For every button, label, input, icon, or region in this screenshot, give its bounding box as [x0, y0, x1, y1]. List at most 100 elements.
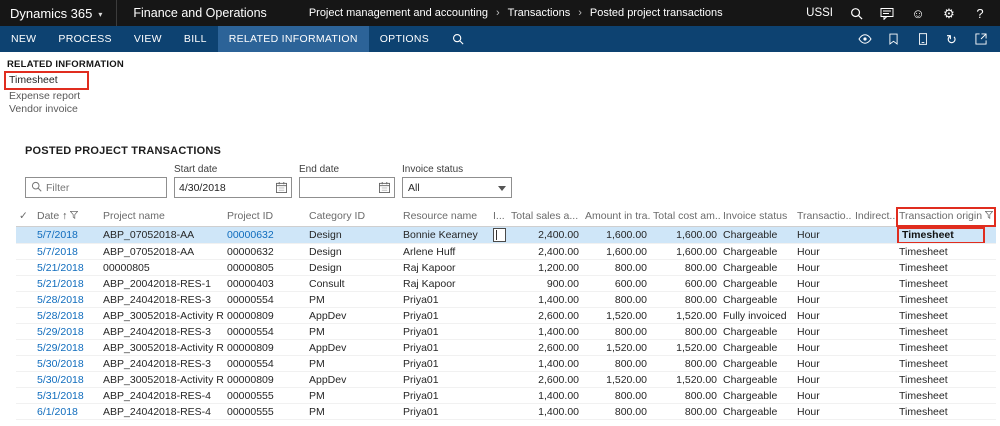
- cell-date: 5/30/2018: [34, 371, 100, 388]
- column-header-indirect[interactable]: Indirect...: [852, 207, 896, 227]
- date-link[interactable]: 5/30/2018: [37, 358, 84, 370]
- column-header-project-name[interactable]: Project name: [100, 207, 224, 227]
- menu-item-view[interactable]: VIEW: [123, 26, 173, 52]
- table-row[interactable]: 5/28/2018 ABP_24042018-RES-3 00000554 PM Pri…: [16, 291, 996, 308]
- company-selector[interactable]: USSI: [806, 7, 833, 19]
- table-row[interactable]: 5/29/2018 ABP_30052018-Activity R... 00000…: [16, 339, 996, 356]
- dynamics-365-home-button[interactable]: Dynamics 365 ▾: [0, 0, 116, 26]
- cell-transaction-type: Hour: [794, 339, 852, 356]
- column-header-category-id[interactable]: Category ID: [306, 207, 400, 227]
- date-link[interactable]: 5/29/2018: [37, 326, 84, 338]
- related-item-expense-report[interactable]: Expense report: [7, 90, 82, 103]
- cell-category-id: Consult: [306, 275, 400, 292]
- cell-total-cost: 1,520.00: [650, 307, 720, 324]
- end-date-input[interactable]: [304, 181, 376, 194]
- date-link[interactable]: 5/31/2018: [37, 390, 84, 402]
- filter-input[interactable]: [46, 181, 161, 194]
- menu-item-options[interactable]: OPTIONS: [369, 26, 440, 52]
- cell-indirect: [852, 339, 896, 356]
- date-link[interactable]: 5/28/2018: [37, 294, 84, 306]
- active-cell-input[interactable]: [493, 228, 506, 242]
- date-link[interactable]: 5/29/2018: [37, 342, 84, 354]
- sort-ascending-icon[interactable]: ↑: [59, 210, 67, 222]
- menu-item-process[interactable]: PROCESS: [47, 26, 122, 52]
- column-header-select[interactable]: ✓: [16, 207, 34, 227]
- cell-category-id: PM: [306, 291, 400, 308]
- cell-amount-in-transaction: 600.00: [582, 275, 650, 292]
- settings-gear-icon[interactable]: ⚙: [941, 5, 957, 21]
- calendar-icon[interactable]: [276, 182, 287, 193]
- filter-funnel-icon[interactable]: [69, 211, 79, 220]
- date-link[interactable]: 5/28/2018: [37, 310, 84, 322]
- invoice-status-select[interactable]: All: [402, 177, 512, 198]
- date-link[interactable]: 5/30/2018: [37, 374, 84, 386]
- column-header-total-sales-a[interactable]: Total sales a...: [508, 207, 582, 227]
- breadcrumb-item-posted-project-transactions[interactable]: Posted project transactions: [590, 7, 723, 19]
- cell-total-sales: 2,400.00: [508, 243, 582, 260]
- action-pane: NEW PROCESS VIEW BILL RELATED INFORMATION OPT…: [0, 26, 1000, 52]
- help-icon[interactable]: ?: [972, 5, 988, 21]
- phone-icon[interactable]: [915, 32, 930, 47]
- column-header-transactio[interactable]: Transactio...: [794, 207, 852, 227]
- cell-invoice-status: Chargeable: [720, 355, 794, 372]
- column-header-i[interactable]: I...: [490, 207, 508, 227]
- table-row[interactable]: 5/28/2018 ABP_30052018-Activity R... 00000…: [16, 307, 996, 324]
- column-header-project-id[interactable]: Project ID: [224, 207, 306, 227]
- cell-date: 5/21/2018: [34, 259, 100, 276]
- column-header-resource-name[interactable]: Resource name: [400, 207, 490, 227]
- cell-transaction-origin: Timesheet: [896, 355, 996, 372]
- calendar-icon[interactable]: [379, 182, 390, 193]
- start-date-input[interactable]: [179, 181, 273, 194]
- pin-icon[interactable]: [886, 32, 901, 47]
- column-header-transaction-origin[interactable]: Transaction origin: [896, 207, 996, 227]
- table-row[interactable]: 5/31/2018 ABP_24042018-RES-4 00000555 PM Pri…: [16, 387, 996, 404]
- cell-project-id: 00000554: [224, 323, 306, 340]
- breadcrumb-item-transactions[interactable]: Transactions: [508, 7, 571, 19]
- page-title: POSTED PROJECT TRANSACTIONS: [25, 145, 222, 157]
- popout-icon[interactable]: [973, 32, 988, 47]
- search-icon[interactable]: [848, 5, 864, 21]
- cell-date: 5/31/2018: [34, 387, 100, 404]
- cell-category-id: PM: [306, 387, 400, 404]
- breadcrumb-item-project-management-and-accounting[interactable]: Project management and accounting: [309, 7, 488, 19]
- filter-funnel-icon[interactable]: [984, 211, 994, 220]
- column-header-amount-in-tra[interactable]: Amount in tra...: [582, 207, 650, 227]
- table-row[interactable]: 5/7/2018 ABP_07052018-AA 00000632 Design Arl…: [16, 243, 996, 260]
- cell-transaction-origin: Timesheet: [896, 339, 996, 356]
- column-header-total-cost-am[interactable]: Total cost am...: [650, 207, 720, 227]
- quick-filter[interactable]: [25, 177, 167, 198]
- end-date-box: [299, 177, 395, 198]
- date-link[interactable]: 5/21/2018: [37, 262, 84, 274]
- menu-item-new[interactable]: NEW: [0, 26, 47, 52]
- date-link[interactable]: 5/21/2018: [37, 278, 84, 290]
- table-row[interactable]: 5/30/2018 ABP_24042018-RES-3 00000554 PM Pri…: [16, 355, 996, 372]
- column-header-date[interactable]: Date ↑: [34, 207, 100, 227]
- table-row[interactable]: 5/21/2018 00000805 00000805 Design Raj Kapoo…: [16, 259, 996, 276]
- date-link[interactable]: 6/1/2018: [37, 406, 78, 418]
- message-icon[interactable]: [879, 5, 895, 21]
- column-header-invoice-status[interactable]: Invoice status: [720, 207, 794, 227]
- table-row[interactable]: 5/7/2018 ABP_07052018-AA 00000632 Design Bon…: [16, 226, 996, 244]
- cell-invoice-status: Chargeable: [720, 403, 794, 420]
- table-row[interactable]: 5/21/2018 ABP_20042018-RES-1 00000403 Consu…: [16, 275, 996, 292]
- cell-transaction-type: Hour: [794, 403, 852, 420]
- menu-item-bill[interactable]: BILL: [173, 26, 218, 52]
- related-item-vendor-invoice[interactable]: Vendor invoice: [7, 103, 80, 116]
- table-row[interactable]: 5/29/2018 ABP_24042018-RES-3 00000554 PM Pri…: [16, 323, 996, 340]
- action-search-icon[interactable]: [440, 26, 476, 52]
- related-item-timesheet[interactable]: Timesheet: [4, 71, 89, 90]
- column-label: Resource name: [403, 210, 478, 222]
- eye-icon[interactable]: [857, 32, 872, 47]
- feedback-smiley-icon[interactable]: ☺: [910, 5, 926, 21]
- module-name[interactable]: Finance and Operations: [116, 0, 282, 26]
- refresh-icon[interactable]: ↻: [944, 32, 959, 47]
- table-row[interactable]: 5/30/2018 ABP_30052018-Activity R... 00000…: [16, 371, 996, 388]
- cell-project-id: 00000632: [224, 226, 306, 244]
- cell-transaction-type: Hour: [794, 307, 852, 324]
- table-row[interactable]: 6/1/2018 ABP_24042018-RES-4 00000555 PM Priy…: [16, 403, 996, 420]
- menu-item-related-information[interactable]: RELATED INFORMATION: [217, 26, 369, 52]
- project-id-link[interactable]: 00000632: [227, 229, 274, 241]
- cell-transaction-origin: Timesheet: [896, 275, 996, 292]
- date-link[interactable]: 5/7/2018: [37, 246, 78, 258]
- date-link[interactable]: 5/7/2018: [37, 229, 78, 241]
